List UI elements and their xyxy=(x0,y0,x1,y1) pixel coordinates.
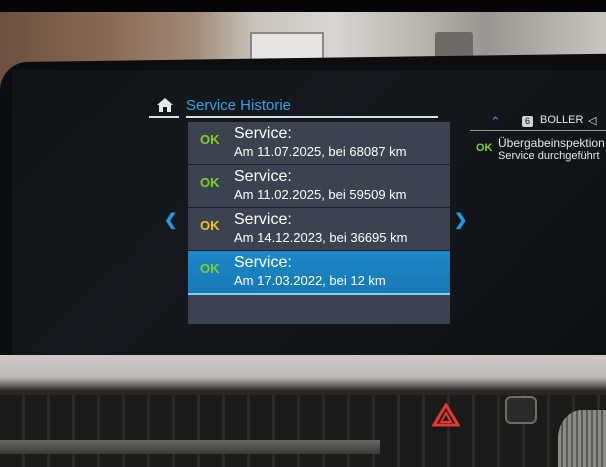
photo-frame: Service Historie ❮ ❯ OK Service: Am 11.0… xyxy=(0,0,606,467)
console-button[interactable] xyxy=(505,396,537,424)
service-entry-title: Service: xyxy=(234,168,292,185)
service-detail-title: Übergabeinspektion xyxy=(498,136,605,150)
chevron-up-icon[interactable]: ⌃ xyxy=(490,114,501,130)
chevron-right-icon[interactable]: ❯ xyxy=(454,210,467,230)
service-entry[interactable]: OK Service: Am 14.12.2023, bei 36695 km xyxy=(188,208,450,251)
service-entry-title: Service: xyxy=(234,125,292,142)
status-ok-label: OK xyxy=(200,261,220,276)
title-underline xyxy=(186,116,438,118)
empty-list-row xyxy=(188,295,450,329)
service-entry-title: Service: xyxy=(234,254,292,271)
service-entry[interactable]: OK Service: Am 11.02.2025, bei 59509 km xyxy=(188,165,450,208)
status-ok-label: OK xyxy=(200,218,220,233)
panel-divider xyxy=(470,130,606,131)
chevron-left-icon[interactable]: ❮ xyxy=(164,210,177,230)
right-side-panel: ⌃ 6 BOLLER ◁ OK Übergabeinspektion Servi… xyxy=(470,114,606,184)
service-history-list: OK Service: Am 11.07.2025, bei 68087 km … xyxy=(188,122,450,324)
service-entry-detail: Am 17.03.2022, bei 12 km xyxy=(234,273,386,288)
preset-badge: 6 xyxy=(522,116,533,127)
status-ok-label: OK xyxy=(200,175,220,190)
speaker-icon: ◁ xyxy=(588,115,597,127)
service-entry-detail: Am 11.07.2025, bei 68087 km xyxy=(234,144,407,159)
home-tab-underline xyxy=(149,116,179,118)
top-strip xyxy=(0,0,606,12)
service-entry-detail: Am 14.12.2023, bei 36695 km xyxy=(234,230,408,245)
status-ok-label: OK xyxy=(200,132,220,147)
service-entry-selected[interactable]: OK Service: Am 17.03.2022, bei 12 km xyxy=(188,251,450,295)
service-detail-subtitle: Service durchgeführt xyxy=(498,150,600,162)
page-title: Service Historie xyxy=(186,97,292,114)
service-entry-title: Service: xyxy=(234,211,292,228)
vent-trim-bar xyxy=(0,440,380,454)
service-entry[interactable]: OK Service: Am 11.07.2025, bei 68087 km xyxy=(188,122,450,165)
radio-station-label: BOLLER xyxy=(540,114,584,126)
home-icon[interactable] xyxy=(157,98,173,112)
idrive-screen: Service Historie ❮ ❯ OK Service: Am 11.0… xyxy=(12,70,606,355)
volume-knob[interactable] xyxy=(558,410,606,467)
service-entry-detail: Am 11.02.2025, bei 59509 km xyxy=(234,187,407,202)
status-ok-label: OK xyxy=(476,142,493,154)
hazard-warning-icon[interactable] xyxy=(432,403,460,427)
